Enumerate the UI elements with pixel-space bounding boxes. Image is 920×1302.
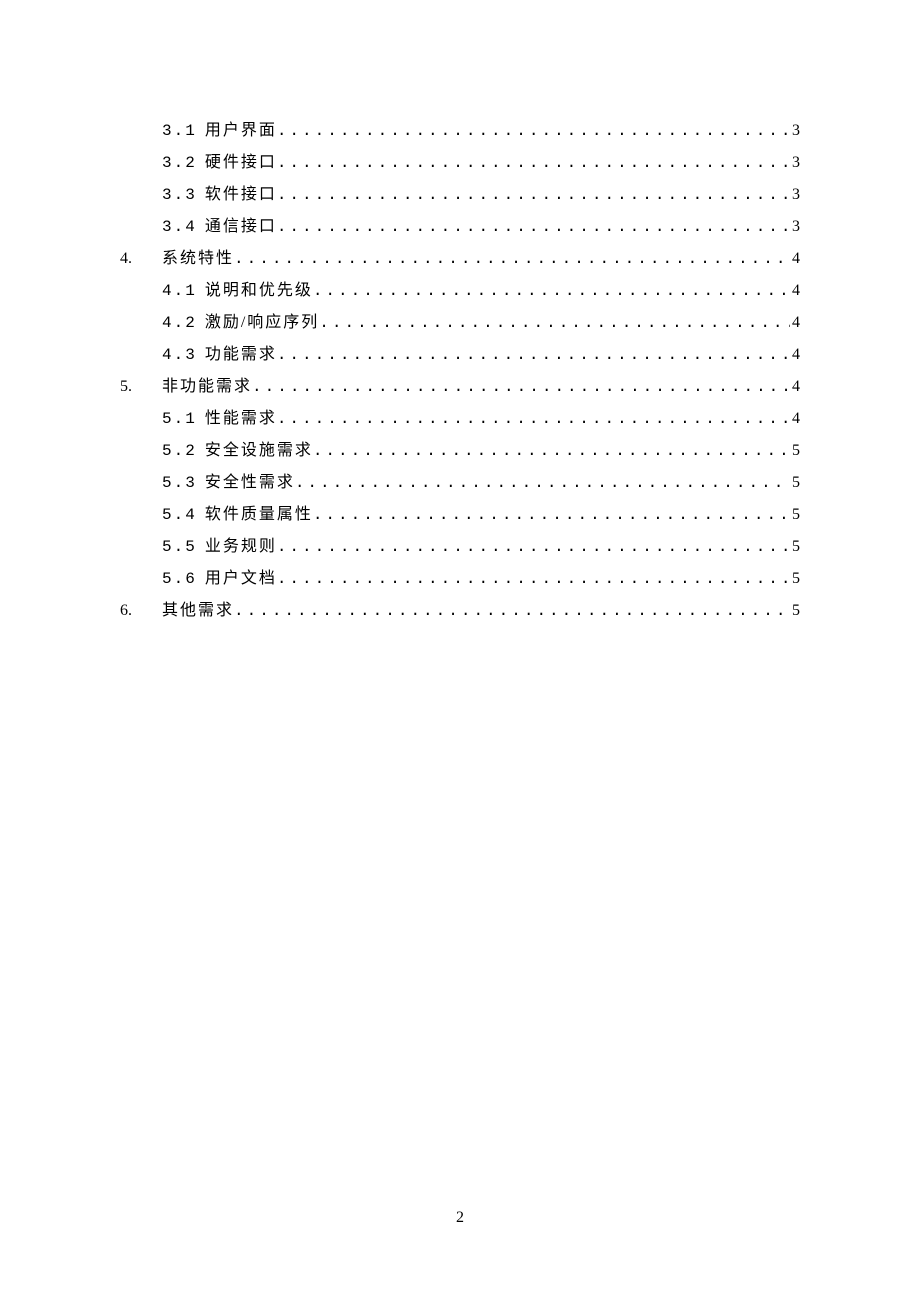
toc-leader-dots — [277, 404, 790, 435]
toc-entry: 5.非功能需求 4 — [120, 371, 800, 403]
toc-entry-page: 4 — [790, 307, 800, 338]
toc-entry-number: 5.1 — [162, 404, 197, 435]
toc-entry-number: 5.4 — [162, 500, 197, 531]
toc-entry: 5.1 性能需求 4 — [120, 403, 800, 435]
toc-entry: 3.3 软件接口 3 — [120, 179, 800, 211]
toc-entry: 5.4 软件质量属性 5 — [120, 499, 800, 531]
toc-entry-number: 5.3 — [162, 468, 197, 499]
toc-leader-dots — [295, 468, 790, 499]
toc-entry-number: 3.3 — [162, 180, 197, 211]
document-page: 3.1用户界面33.2硬件接口33.3软件接口33.4通信接口34.系统特性44… — [0, 0, 920, 627]
toc-entry-title: 硬件接口 — [205, 147, 277, 178]
toc-entry-number: 4.1 — [162, 276, 197, 307]
toc-entry-title: 非功能需求 — [162, 371, 252, 402]
toc-entry-number: 4.2 — [162, 308, 197, 339]
toc-entry: 4.1 说明和优先级 4 — [120, 275, 800, 307]
toc-entry-number: 5.6 — [162, 564, 197, 595]
toc-entry: 6.其他需求 5 — [120, 595, 800, 627]
toc-entry-page: 4 — [790, 403, 800, 434]
toc-entry-title: 激励/响应序列 — [205, 307, 319, 338]
toc-entry: 4.2 激励/响应序列 4 — [120, 307, 800, 339]
toc-leader-dots — [277, 564, 790, 595]
toc-entry-page: 4 — [790, 275, 800, 306]
toc-leader-dots — [234, 244, 790, 275]
toc-leader-dots — [277, 180, 790, 211]
toc-entry-title: 其他需求 — [162, 595, 234, 626]
toc-entry-page: 4 — [790, 371, 800, 402]
toc-entry-page: 3 — [790, 179, 800, 210]
toc-entry-number: 5.2 — [162, 436, 197, 467]
toc-leader-dots — [277, 532, 790, 563]
toc-entry-page: 5 — [790, 435, 800, 466]
toc-entry-number: 3.2 — [162, 148, 197, 179]
toc-entry-number: 3.4 — [162, 212, 197, 243]
toc-entry: 4.系统特性 4 — [120, 243, 800, 275]
page-number: 2 — [0, 1209, 920, 1227]
toc-entry-page: 3 — [790, 211, 800, 242]
toc-entry: 3.1 用户界面 3 — [120, 115, 800, 147]
toc-entry-page: 5 — [790, 467, 800, 498]
toc-entry-title: 安全性需求 — [205, 467, 295, 498]
toc-leader-dots — [277, 148, 790, 179]
table-of-contents: 3.1用户界面33.2硬件接口33.3软件接口33.4通信接口34.系统特性44… — [120, 115, 800, 627]
toc-entry-title: 系统特性 — [162, 243, 234, 274]
toc-entry: 3.4 通信接口 3 — [120, 211, 800, 243]
toc-entry-number: 5.5 — [162, 532, 197, 563]
toc-leader-dots — [277, 116, 790, 147]
toc-leader-dots — [313, 276, 790, 307]
toc-entry-page: 5 — [790, 531, 800, 562]
toc-entry-page: 4 — [790, 243, 800, 274]
toc-entry-title: 安全设施需求 — [205, 435, 313, 466]
toc-leader-dots — [252, 372, 790, 403]
toc-entry: 5.6 用户文档 5 — [120, 563, 800, 595]
toc-entry-page: 5 — [790, 595, 800, 626]
toc-entry-title: 通信接口 — [205, 211, 277, 242]
toc-entry-number: 4.3 — [162, 340, 197, 371]
toc-entry-title: 软件接口 — [205, 179, 277, 210]
toc-entry-title: 性能需求 — [205, 403, 277, 434]
toc-entry-title: 软件质量属性 — [205, 499, 313, 530]
toc-leader-dots — [313, 500, 790, 531]
toc-entry-number: 5. — [120, 371, 162, 402]
toc-leader-dots — [234, 596, 790, 627]
toc-entry-title: 用户文档 — [205, 563, 277, 594]
toc-entry-page: 5 — [790, 499, 800, 530]
toc-entry-number: 6. — [120, 595, 162, 626]
toc-entry-title: 业务规则 — [205, 531, 277, 562]
toc-leader-dots — [313, 436, 790, 467]
toc-entry-title: 功能需求 — [205, 339, 277, 370]
toc-entry-title: 用户界面 — [205, 115, 277, 146]
toc-entry: 5.2 安全设施需求 5 — [120, 435, 800, 467]
toc-entry-page: 5 — [790, 563, 800, 594]
toc-leader-dots — [277, 340, 790, 371]
toc-entry-page: 4 — [790, 339, 800, 370]
toc-entry: 5.5 业务规则 5 — [120, 531, 800, 563]
toc-entry: 4.3 功能需求 4 — [120, 339, 800, 371]
toc-entry-page: 3 — [790, 147, 800, 178]
toc-entry-number: 4. — [120, 243, 162, 274]
toc-entry-title: 说明和优先级 — [205, 275, 313, 306]
toc-entry-number: 3.1 — [162, 116, 197, 147]
toc-leader-dots — [277, 212, 790, 243]
toc-entry: 5.3 安全性需求 5 — [120, 467, 800, 499]
toc-entry-page: 3 — [790, 115, 800, 146]
toc-leader-dots — [319, 308, 790, 339]
toc-entry: 3.2 硬件接口 3 — [120, 147, 800, 179]
